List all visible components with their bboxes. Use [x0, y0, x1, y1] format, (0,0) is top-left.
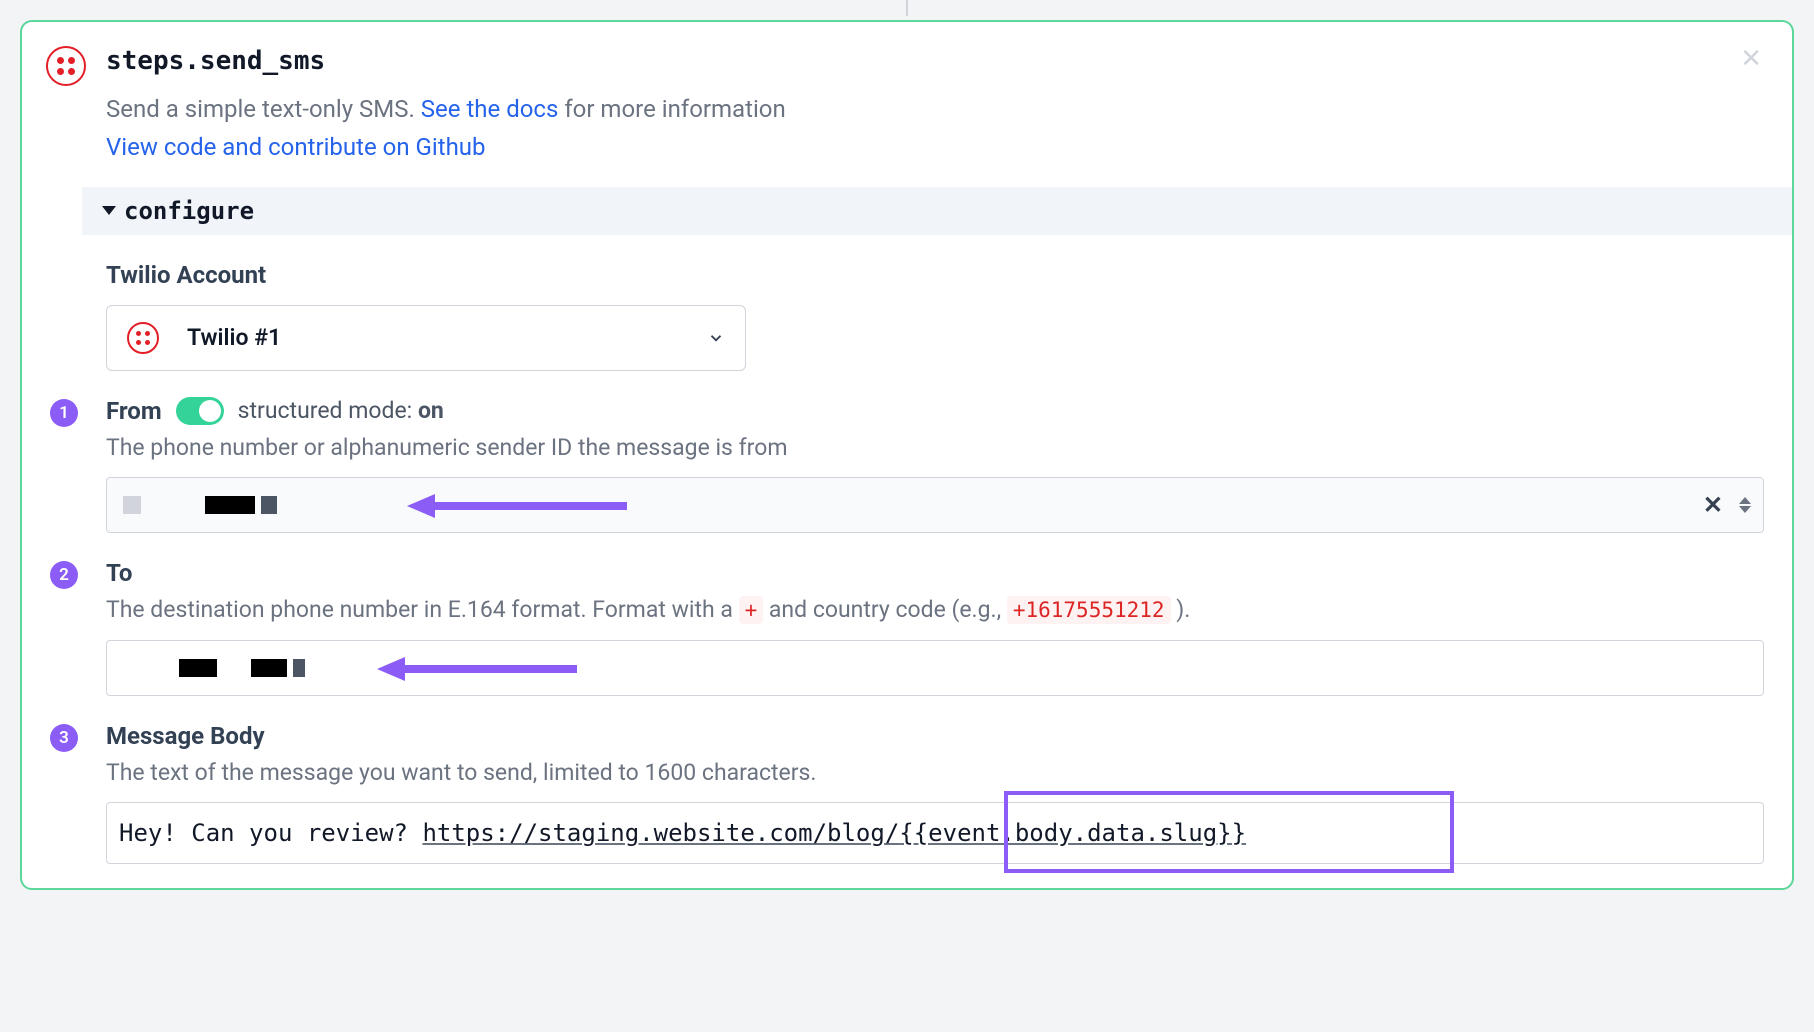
docs-link[interactable]: See the docs	[421, 95, 559, 123]
github-link[interactable]: View code and contribute on Github	[106, 128, 1764, 166]
redacted-value	[123, 659, 305, 677]
clear-input-button[interactable]: ✕	[1703, 491, 1723, 519]
step-badge-2: 2	[50, 561, 78, 589]
step-description: Send a simple text-only SMS. See the doc…	[106, 90, 1764, 128]
divider-line	[906, 0, 908, 16]
step-header: steps.send_sms Send a simple text-only S…	[22, 22, 1792, 167]
step-title: steps.send_sms	[106, 46, 1764, 76]
chevron-down-icon	[707, 329, 725, 347]
twilio-icon	[46, 46, 86, 86]
stepper-arrows-icon[interactable]	[1739, 497, 1751, 513]
account-label: Twilio Account	[106, 261, 1764, 289]
step-card: ✕ steps.send_sms Send a simple text-only…	[20, 20, 1794, 890]
twilio-icon	[127, 322, 159, 354]
account-selected-value: Twilio #1	[187, 324, 679, 351]
message-body-input[interactable]: Hey! Can you review? https://staging.web…	[106, 802, 1764, 864]
account-select[interactable]: Twilio #1	[106, 305, 746, 371]
annotation-arrow-icon	[407, 492, 627, 520]
from-label: From	[106, 397, 162, 425]
caret-down-icon	[102, 206, 116, 215]
structured-mode-toggle[interactable]	[176, 397, 224, 425]
to-input[interactable]	[106, 640, 1764, 696]
body-help: The text of the message you want to send…	[106, 756, 1764, 791]
body-text-prefix: Hey! Can you review?	[119, 819, 422, 847]
body-url: https://staging.website.com/blog/{{event…	[422, 819, 1246, 847]
from-input[interactable]: ✕	[106, 477, 1764, 533]
annotation-arrow-icon	[377, 655, 577, 683]
configure-label: configure	[124, 197, 254, 225]
to-label: To	[106, 559, 1764, 587]
from-help: The phone number or alphanumeric sender …	[106, 431, 1764, 466]
structured-mode-text: structured mode: on	[238, 397, 444, 424]
close-button[interactable]: ✕	[1740, 46, 1762, 72]
configure-section-toggle[interactable]: configure	[82, 187, 1792, 235]
step-badge-1: 1	[50, 399, 78, 427]
redacted-value	[123, 496, 277, 514]
to-help: The destination phone number in E.164 fo…	[106, 593, 1764, 628]
body-label: Message Body	[106, 722, 1764, 750]
step-badge-3: 3	[50, 724, 78, 752]
